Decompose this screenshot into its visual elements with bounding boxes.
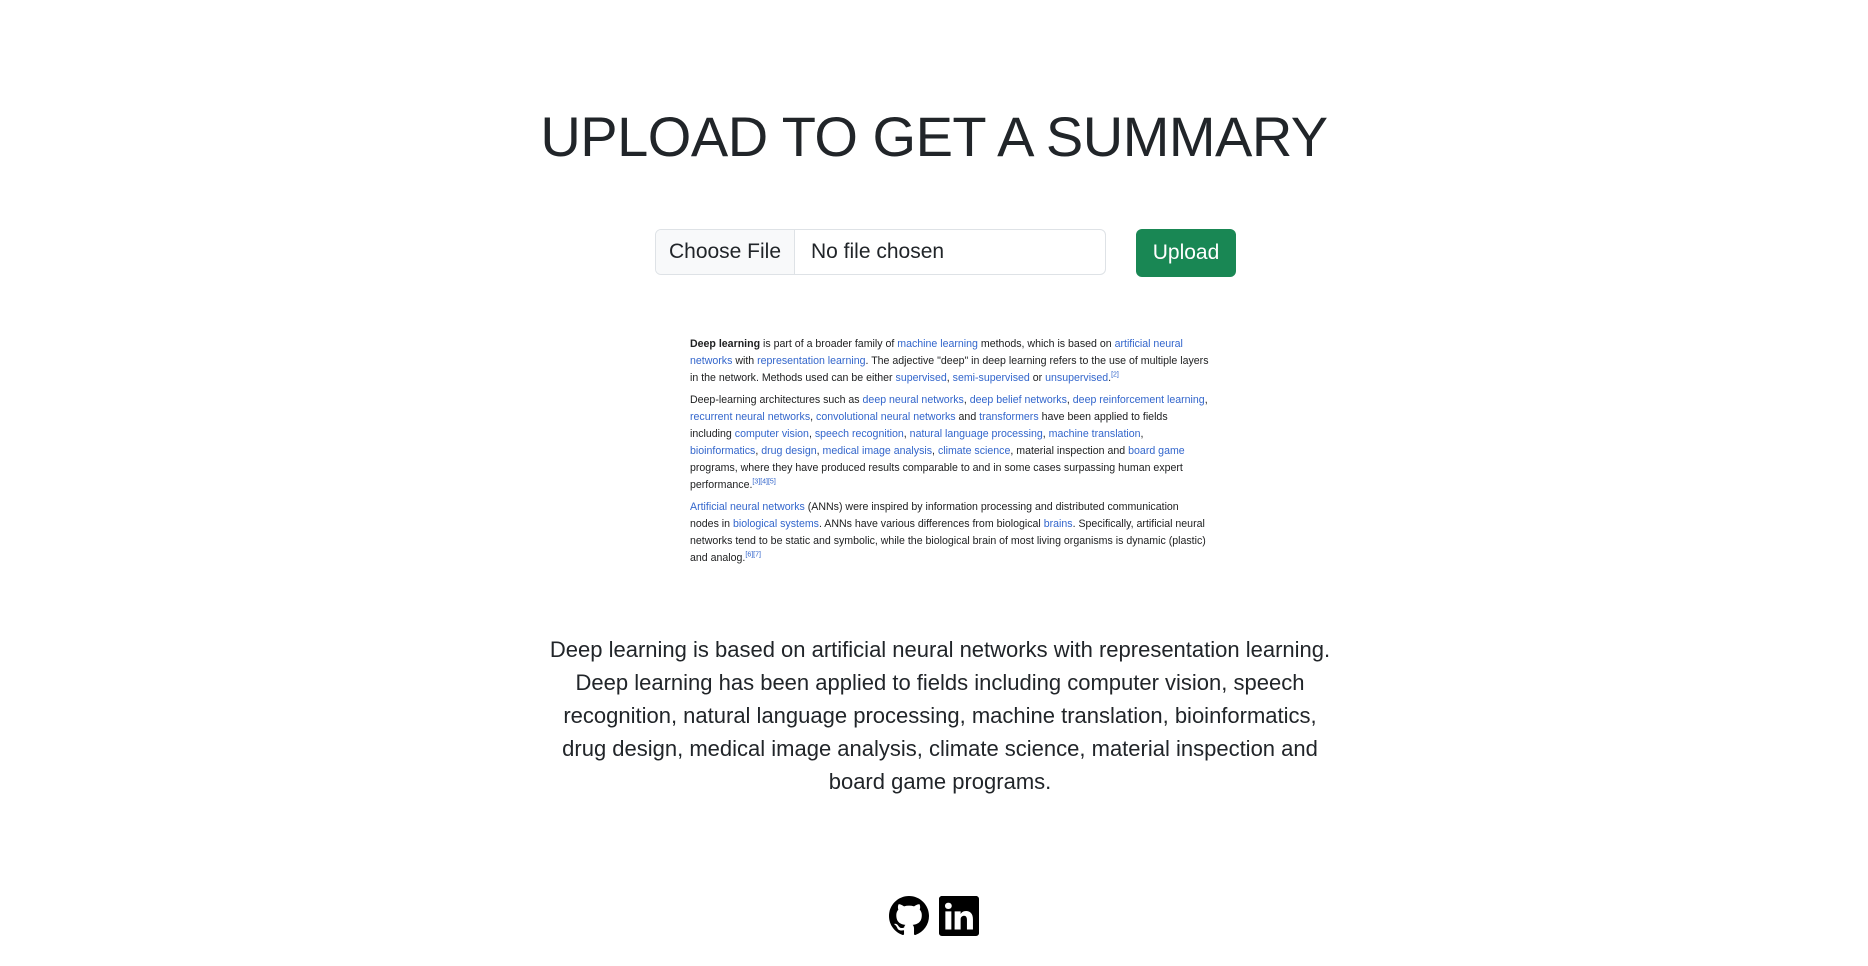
preview-reference: [6][7]	[745, 551, 761, 559]
preview-paragraph-1: Deep learning is part of a broader famil…	[690, 336, 1210, 387]
preview-link: natural language processing	[909, 428, 1043, 440]
page-title: UPLOAD TO GET A SUMMARY	[540, 105, 1328, 168]
preview-link: machine translation	[1048, 428, 1141, 440]
preview-text: . ANNs have various differences from bio…	[818, 518, 1044, 530]
uploaded-document-preview: Deep learning is part of a broader famil…	[690, 336, 1210, 576]
github-icon[interactable]	[889, 896, 929, 936]
preview-link: deep reinforcement learning	[1072, 394, 1205, 406]
preview-paragraph-2: Deep-learning architectures such as deep…	[690, 392, 1210, 494]
page: UPLOAD TO GET A SUMMARY Choose File No f…	[0, 0, 1868, 966]
preview-link: representation learning	[757, 355, 866, 367]
preview-link: climate science	[937, 445, 1011, 457]
upload-button[interactable]: Upload	[1136, 229, 1236, 277]
preview-link: medical image analysis	[822, 445, 933, 457]
preview-text: is part of a broader family of	[760, 338, 898, 350]
preview-link: machine learning	[897, 338, 978, 350]
preview-reference: [3][4][5]	[752, 478, 776, 486]
file-input[interactable]: Choose File No file chosen	[655, 229, 1106, 275]
preview-text: or	[1029, 372, 1046, 384]
preview-link: transformers	[979, 411, 1039, 423]
preview-link: bioinformatics	[690, 445, 756, 457]
preview-link: unsupervised	[1045, 372, 1109, 384]
preview-link: semi-supervised	[952, 372, 1030, 384]
preview-link: recurrent neural networks	[690, 411, 811, 423]
preview-link: Artificial neural networks	[690, 501, 805, 513]
preview-link: brains	[1043, 518, 1073, 530]
preview-text: and	[955, 411, 980, 423]
preview-link: deep belief networks	[969, 394, 1067, 406]
preview-text: Deep-learning architectures such as	[690, 394, 863, 406]
preview-text: with	[732, 355, 758, 367]
social-links	[0, 896, 1868, 936]
preview-link: speech recognition	[814, 428, 904, 440]
choose-file-button[interactable]: Choose File	[656, 230, 795, 274]
preview-text: methods, which is based on	[977, 338, 1115, 350]
preview-link: drug design	[761, 445, 817, 457]
file-status-text: No file chosen	[811, 240, 945, 263]
preview-link: biological systems	[733, 518, 819, 530]
preview-text: , material inspection and	[1010, 445, 1129, 457]
preview-text: ,	[1204, 394, 1208, 406]
linkedin-icon[interactable]	[939, 896, 979, 936]
preview-paragraph-3: Artificial neural networks (ANNs) were i…	[690, 499, 1210, 567]
preview-link: computer vision	[734, 428, 809, 440]
preview-text: programs, where they have produced resul…	[690, 462, 1183, 491]
preview-term: Deep learning	[690, 338, 761, 350]
preview-link: deep neural networks	[862, 394, 964, 406]
preview-link: board game	[1128, 445, 1185, 457]
preview-link: supervised	[895, 372, 947, 384]
summary-text: Deep learning is based on artificial neu…	[549, 637, 1331, 794]
preview-text: ,	[1140, 428, 1144, 440]
preview-link: convolutional neural networks	[816, 411, 956, 423]
preview-reference: [2]	[1111, 371, 1119, 379]
